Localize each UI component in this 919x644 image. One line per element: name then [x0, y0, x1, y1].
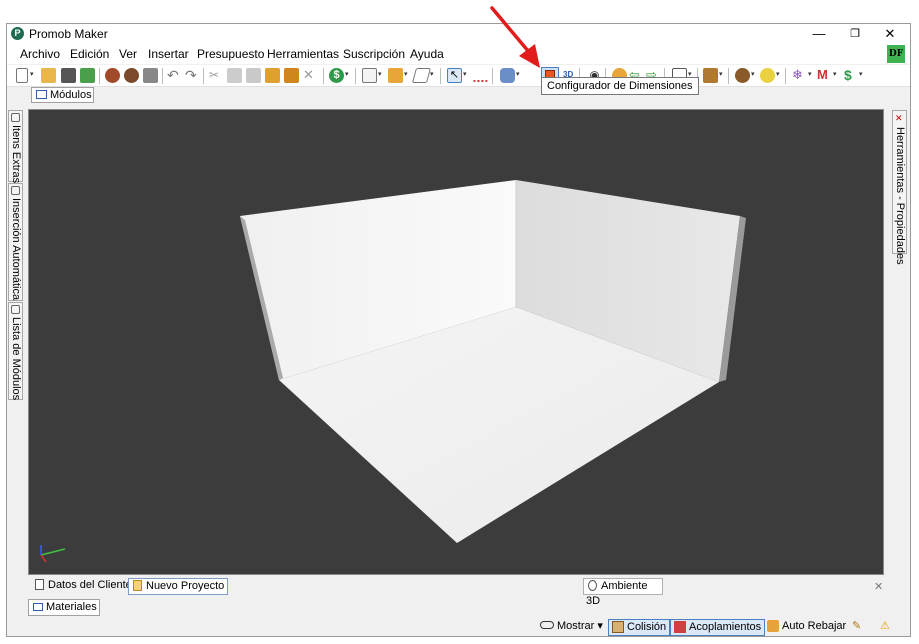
budget-icon[interactable]: $	[329, 68, 344, 83]
app-window: P Promob Maker — ❐ ✕ Archivo Edición Ver…	[6, 23, 911, 637]
tab-modulos[interactable]: Módulos	[31, 87, 94, 103]
coupling-icon	[674, 621, 686, 633]
status-bar: Mostrar ▾ Colisión Acoplamientos Auto Re…	[7, 616, 910, 636]
tab-nuevo-label: Nuevo Proyecto	[146, 580, 225, 592]
restore-button[interactable]: ❐	[838, 24, 872, 44]
colision-label: Colisión	[627, 621, 667, 633]
tab-ambiente-3d[interactable]: Ambiente 3D	[583, 578, 663, 607]
tab-lista-modulos[interactable]: Lista de Módulos	[8, 302, 23, 400]
materiales-icon	[33, 603, 43, 611]
undo-icon[interactable]: ↶	[167, 68, 182, 83]
render-icon[interactable]	[105, 68, 120, 83]
box-icon[interactable]	[703, 68, 718, 83]
user-badge[interactable]: DF	[887, 45, 905, 63]
cut-icon[interactable]: ✂	[209, 68, 224, 83]
wrench-icon[interactable]: ✎	[849, 619, 864, 636]
tab-lista-label: Lista de Módulos	[10, 317, 22, 401]
auto-rebajar-label: Auto Rebajar	[782, 620, 847, 632]
clip-icon	[11, 113, 20, 122]
gear-icon	[11, 186, 20, 195]
measure-icon[interactable]	[473, 73, 488, 82]
menu-edicion[interactable]: Edición	[70, 47, 109, 61]
list-icon	[11, 305, 20, 314]
modules-icon[interactable]	[388, 68, 403, 83]
menu-suscripcion[interactable]: Suscripción	[343, 47, 405, 61]
tab-itens-extras-label: Itens Extras	[10, 125, 22, 184]
warning-icon[interactable]: ⚠	[877, 619, 893, 636]
auto-rebajar-toggle[interactable]: Auto Rebajar	[764, 619, 849, 636]
menu-bar: Archivo Edición Ver Insertar Presupuesto…	[7, 44, 910, 64]
shape-icon[interactable]	[411, 68, 432, 83]
m-icon[interactable]: M	[817, 68, 832, 83]
new-file-icon[interactable]	[16, 68, 28, 83]
tab-materiales[interactable]: Materiales	[28, 599, 100, 616]
save-icon[interactable]	[61, 68, 76, 83]
delete-icon[interactable]: ✕	[303, 68, 318, 83]
select-pointer-icon[interactable]: ↖	[447, 68, 462, 83]
promob-logo-icon: P	[11, 27, 24, 40]
title-bar: P Promob Maker — ❐ ✕	[7, 24, 910, 44]
mostrar-label: Mostrar	[557, 620, 595, 632]
price-icon[interactable]: $	[844, 68, 859, 83]
minimize-button[interactable]: —	[802, 24, 836, 44]
paste-icon[interactable]	[246, 68, 261, 83]
effects-icon[interactable]: ❄	[792, 68, 807, 83]
modulos-icon	[36, 90, 47, 99]
close-tab-icon[interactable]: ✕	[874, 580, 883, 593]
menu-herramientas[interactable]: Herramientas	[267, 47, 339, 61]
3d-viewport[interactable]	[28, 109, 884, 575]
left-side-tabs: Itens Extras Inserción Automática Lista …	[7, 110, 24, 400]
menu-presupuesto[interactable]: Presupuesto	[197, 47, 264, 61]
tooltip: Configurador de Dimensiones	[541, 77, 699, 95]
colision-toggle[interactable]: Colisión	[608, 619, 671, 636]
print-icon[interactable]	[143, 68, 158, 83]
tab-datos-cliente[interactable]: Datos del Cliente	[31, 578, 135, 595]
room-render	[40, 180, 746, 563]
close-button[interactable]: ✕	[873, 24, 907, 44]
brush-icon[interactable]	[265, 68, 280, 83]
copy-icon[interactable]	[227, 68, 242, 83]
redo-icon[interactable]: ↷	[185, 68, 200, 83]
bottom-tabs: Datos del Cliente Nuevo Proyecto Ambient…	[28, 576, 890, 607]
red-arrow-annotation	[490, 6, 540, 68]
tab-insercion-automatica[interactable]: Inserción Automática	[8, 183, 23, 301]
auto-rebajar-icon	[767, 620, 779, 632]
tab-insercion-label: Inserción Automática	[10, 198, 22, 301]
light-icon[interactable]	[760, 68, 775, 83]
tab-itens-extras[interactable]: Itens Extras	[8, 110, 23, 184]
main-toolbar: ▾ ↶ ↷ ✂ ✕ $ ▾ ▾ ▾ ▾ ↖ ▾ ▾ 3D ◉ ⇦ ⇨ ▾ ▾ ▾…	[7, 65, 910, 87]
lamp-icon[interactable]	[735, 68, 750, 83]
tab-herramientas-label: Herramientas - Propiedades	[894, 127, 906, 265]
page-icon	[35, 579, 44, 590]
acoplamientos-toggle[interactable]: Acoplamientos	[670, 619, 766, 636]
paint-roller-icon[interactable]	[284, 68, 299, 83]
mostrar-button[interactable]: Mostrar ▾	[537, 619, 606, 636]
menu-archivo[interactable]: Archivo	[20, 47, 60, 61]
tab-herramientas-propiedades[interactable]: ✕ Herramientas - Propiedades	[892, 110, 907, 265]
tab-nuevo-proyecto[interactable]: Nuevo Proyecto	[128, 578, 229, 595]
render-settings-icon[interactable]	[124, 68, 139, 83]
tab-datos-label: Datos del Cliente	[48, 579, 132, 591]
axis-gizmo-icon	[40, 545, 66, 563]
glasses-icon	[540, 621, 554, 629]
folder-icon	[133, 580, 142, 591]
collision-icon	[612, 621, 624, 633]
tools-icon: ✕	[895, 113, 903, 123]
tab-materiales-label: Materiales	[46, 601, 97, 613]
menu-insertar[interactable]: Insertar	[148, 47, 189, 61]
wall-icon[interactable]	[362, 68, 377, 83]
window-title: Promob Maker	[29, 27, 108, 41]
menu-ayuda[interactable]: Ayuda	[410, 47, 444, 61]
menu-ver[interactable]: Ver	[119, 47, 137, 61]
open-folder-icon[interactable]	[41, 68, 56, 83]
save-as-icon[interactable]	[80, 68, 95, 83]
ambiente-icon	[588, 580, 597, 591]
acoplamientos-label: Acoplamientos	[689, 621, 762, 633]
tab-modulos-label: Módulos	[50, 89, 92, 101]
